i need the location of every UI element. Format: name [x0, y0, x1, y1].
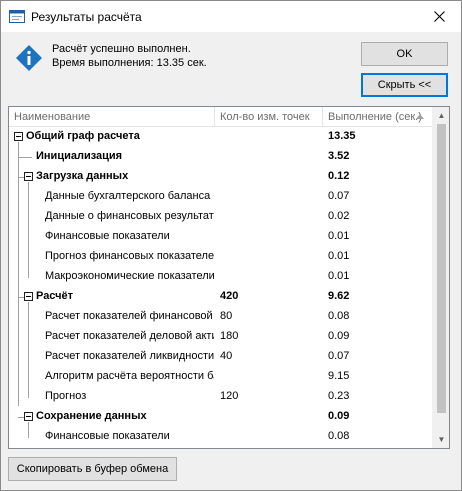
table-row[interactable]: Расчет показателей ликвидности 40 0.07 [9, 347, 433, 367]
row-time: 0.07 [328, 190, 350, 202]
success-message: Расчёт успешно выполнен. [52, 43, 191, 55]
table-row[interactable]: Загрузка данных 0.12 [9, 167, 433, 187]
scroll-down-arrow-icon[interactable]: ▼ [433, 431, 449, 448]
row-time: 9.62 [328, 290, 350, 302]
execution-time-message: Время выполнения: 13.35 сек. [52, 57, 207, 69]
table-row[interactable]: Финансовые показатели 0.01 [9, 227, 433, 247]
hide-details-button[interactable]: Скрыть << [361, 73, 448, 97]
row-name: Общий граф расчета [26, 130, 140, 142]
title-bar[interactable]: Результаты расчёта [1, 1, 461, 32]
collapse-toggle-icon[interactable] [24, 172, 33, 181]
row-points: 180 [220, 330, 239, 342]
row-time: 0.09 [328, 410, 350, 422]
results-dialog: Результаты расчёта Расчёт успешно выполн… [0, 0, 462, 491]
row-time: 0.02 [328, 210, 350, 222]
row-name: Алгоритм расчёта вероятности банкротства [45, 370, 214, 382]
row-time: 0.01 [328, 270, 350, 282]
row-name: Загрузка данных [36, 170, 129, 182]
table-row[interactable]: Расчет показателей деловой активности 180… [9, 327, 433, 347]
table-row[interactable]: Финансовые показатели 0.08 [9, 427, 433, 447]
row-points: 40 [220, 350, 233, 362]
collapse-toggle-icon[interactable] [24, 292, 33, 301]
row-name: Данные бухгалтерского баланса [45, 190, 211, 202]
row-name: Сохранение данных [36, 410, 147, 422]
row-time: 0.01 [328, 250, 350, 262]
row-time: 0.01 [328, 230, 350, 242]
info-icon [16, 45, 42, 71]
row-points: 420 [220, 290, 239, 302]
table-row[interactable]: Сохранение данных 0.09 [9, 407, 433, 427]
column-header-points[interactable]: Кол-во изм. точек [220, 111, 310, 123]
grid-header: Наименование Кол-во изм. точек Выполнени… [9, 107, 433, 127]
table-row[interactable]: Расчёт 420 9.62 [9, 287, 433, 307]
table-row[interactable]: Расчет показателей финансовой устойчивос… [9, 307, 433, 327]
row-time: 0.09 [328, 330, 350, 342]
row-name: Инициализация [36, 150, 123, 162]
column-header-time[interactable]: Выполнение (сек.) [328, 111, 422, 123]
row-name: Расчёт [36, 290, 74, 302]
row-name: Финансовые показатели [45, 430, 170, 442]
row-name: Расчет показателей финансовой устойчивос… [45, 310, 214, 322]
window-title: Результаты расчёта [31, 10, 142, 24]
row-time: 0.12 [328, 170, 350, 182]
row-time: 3.52 [328, 150, 350, 162]
table-row[interactable]: Инициализация 3.52 [9, 147, 433, 167]
ok-button[interactable]: OK [361, 42, 448, 66]
column-header-name[interactable]: Наименование [14, 111, 90, 123]
copy-to-clipboard-button[interactable]: Скопировать в буфер обмена [8, 457, 177, 481]
sort-up-arrow-icon [416, 114, 424, 119]
row-time: 0.23 [328, 390, 350, 402]
row-name: Прогноз [45, 390, 87, 402]
row-time: 9.15 [328, 370, 350, 382]
table-row[interactable]: Прогноз финансовых показателей 0.01 [9, 247, 433, 267]
table-row[interactable]: Алгоритм расчёта вероятности банкротства… [9, 367, 433, 387]
scrollbar-thumb[interactable] [437, 124, 446, 413]
table-row[interactable]: Общий граф расчета 13.35 [9, 127, 433, 147]
row-name: Макроэкономические показатели [45, 270, 214, 282]
close-icon [433, 11, 445, 22]
vertical-scrollbar[interactable]: ▲ ▼ [432, 107, 449, 448]
row-points: 80 [220, 310, 233, 322]
table-row[interactable]: Данные бухгалтерского баланса 0.07 [9, 187, 433, 207]
table-row[interactable]: Данные о финансовых результатах 0.02 [9, 207, 433, 227]
row-name: Расчет показателей деловой активности [45, 330, 214, 342]
grid-rows: Общий граф расчета 13.35 Инициализация 3.52… [9, 127, 433, 448]
row-name: Прогноз финансовых показателей [45, 250, 214, 262]
row-time: 0.08 [328, 430, 350, 442]
collapse-toggle-icon[interactable] [24, 412, 33, 421]
row-time: 0.07 [328, 350, 350, 362]
collapse-toggle-icon[interactable] [14, 132, 23, 141]
app-window-icon [9, 10, 25, 23]
close-button[interactable] [417, 1, 461, 32]
row-points: 120 [220, 390, 239, 402]
row-name: Данные о финансовых результатах [45, 210, 214, 222]
row-name: Финансовые показатели [45, 230, 170, 242]
results-grid[interactable]: Наименование Кол-во изм. точек Выполнени… [8, 106, 450, 449]
table-row[interactable]: Прогноз 120 0.23 [9, 387, 433, 407]
row-time: 0.08 [328, 310, 350, 322]
table-row[interactable]: Макроэкономические показатели 0.01 [9, 267, 433, 287]
row-name: Расчет показателей ликвидности [45, 350, 214, 362]
row-time: 13.35 [328, 130, 356, 142]
scroll-up-arrow-icon[interactable]: ▲ [433, 107, 449, 124]
